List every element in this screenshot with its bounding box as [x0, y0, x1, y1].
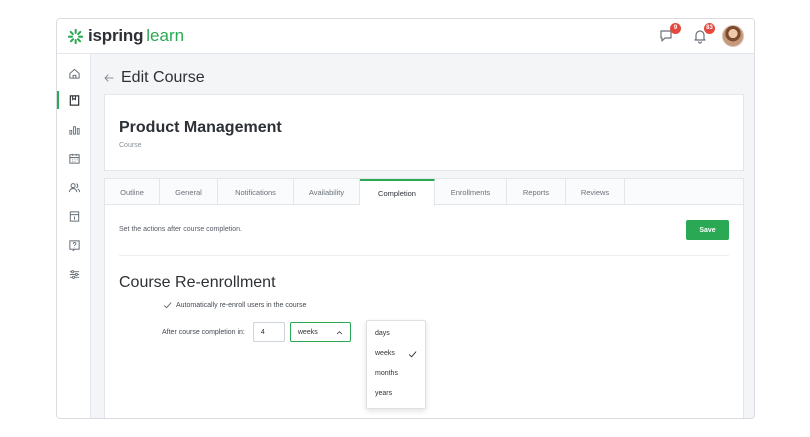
notifications-badge: 83 — [704, 23, 715, 34]
auto-reenroll-checkbox[interactable] — [163, 301, 172, 310]
chart-icon — [68, 125, 80, 135]
sidebar-item-quizzes[interactable] — [57, 234, 91, 256]
tab-reports[interactable]: Reports — [507, 179, 566, 205]
unit-option-days[interactable]: days — [375, 330, 390, 337]
tab-availability[interactable]: Availability — [294, 179, 360, 205]
course-card: Product Management Course — [104, 94, 744, 171]
sidebar-item-events[interactable] — [57, 205, 91, 227]
interval-label: After course completion in: — [162, 328, 245, 336]
avatar[interactable] — [722, 25, 744, 47]
auto-reenroll-label: Automatically re-enroll users in the cou… — [176, 302, 307, 309]
tab-general[interactable]: General — [160, 179, 218, 205]
back-arrow-icon[interactable] — [103, 72, 115, 84]
calendar-day-icon — [69, 210, 79, 222]
tab-outline[interactable]: Outline — [105, 179, 160, 205]
users-icon — [68, 182, 80, 192]
unit-option-weeks[interactable]: weeks — [375, 350, 395, 357]
save-button[interactable]: Save — [686, 220, 729, 240]
auto-reenroll-row: Automatically re-enroll users in the cou… — [163, 301, 306, 310]
unit-option-months[interactable]: months — [375, 370, 398, 377]
help-icon — [68, 239, 80, 251]
page-header: Edit Course — [103, 69, 205, 87]
tab-bar: Outline General Notifications Availabili… — [105, 179, 743, 206]
settings-sliders-icon — [69, 269, 79, 279]
section-title: Course Re-enrollment — [119, 274, 276, 291]
sidebar-item-reports[interactable] — [57, 118, 91, 140]
logo[interactable]: ispring learn — [67, 26, 184, 46]
sidebar — [57, 54, 91, 418]
sidebar-item-users[interactable] — [57, 176, 91, 198]
logo-text-ispring: ispring — [88, 26, 144, 45]
course-name: Product Management — [119, 119, 282, 136]
reenroll-interval-row: After course completion in: weeks — [162, 322, 351, 342]
header-actions: 9 83 — [640, 23, 744, 48]
tab-completion[interactable]: Completion — [360, 179, 435, 206]
logo-mark-icon — [67, 28, 84, 44]
page-title: Edit Course — [121, 69, 205, 86]
calendar-icon — [68, 153, 80, 164]
unit-select-value: weeks — [297, 328, 318, 336]
unit-dropdown: days weeks months years — [366, 320, 426, 409]
unit-option-years[interactable]: years — [375, 390, 392, 397]
home-icon — [68, 68, 80, 79]
sidebar-item-home[interactable] — [57, 62, 91, 84]
completion-hint: Set the actions after course completion. — [119, 226, 242, 233]
chevron-up-icon — [336, 331, 342, 335]
notifications-button[interactable]: 83 — [692, 23, 715, 44]
divider — [119, 255, 729, 256]
tab-reviews[interactable]: Reviews — [566, 179, 625, 205]
tab-enrollments[interactable]: Enrollments — [435, 179, 507, 205]
interval-input[interactable] — [252, 322, 285, 342]
logo-text-learn: learn — [146, 26, 185, 45]
sidebar-item-settings[interactable] — [57, 263, 91, 285]
sidebar-item-courses[interactable] — [57, 89, 91, 111]
tab-notifications[interactable]: Notifications — [218, 179, 294, 205]
sidebar-item-calendar[interactable] — [57, 147, 91, 169]
messages-badge: 9 — [670, 23, 681, 34]
top-bar: ispring learn 9 83 — [57, 19, 754, 54]
unit-select[interactable]: weeks — [289, 322, 351, 342]
book-icon — [69, 94, 79, 106]
messages-button[interactable]: 9 — [658, 23, 681, 44]
checkmark-icon — [408, 351, 417, 358]
course-type: Course — [119, 142, 142, 149]
